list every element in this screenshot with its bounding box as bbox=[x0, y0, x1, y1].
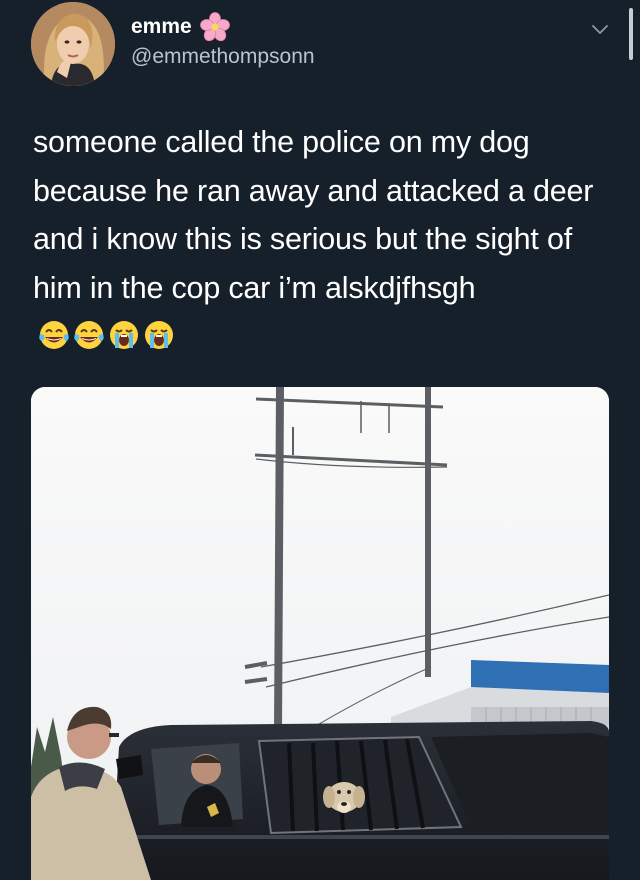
cherry-blossom-icon bbox=[199, 12, 230, 42]
author-handle[interactable]: @emmethompsonn bbox=[131, 45, 315, 69]
tweet-text: someone called the police on my dog beca… bbox=[33, 118, 608, 361]
chevron-down-icon[interactable] bbox=[589, 18, 611, 40]
tears-of-joy-icon bbox=[37, 318, 71, 352]
tweet-text-content: someone called the police on my dog beca… bbox=[33, 125, 594, 305]
scrollbar[interactable] bbox=[629, 8, 633, 60]
tears-of-joy-icon bbox=[72, 318, 106, 352]
avatar[interactable] bbox=[31, 2, 115, 86]
display-name[interactable]: emme bbox=[131, 15, 192, 39]
police-suv bbox=[111, 721, 609, 880]
tweet-photo[interactable] bbox=[31, 387, 609, 880]
loudly-crying-icon bbox=[142, 318, 176, 352]
loudly-crying-icon bbox=[107, 318, 141, 352]
tweet: emme @emmethompsonn someone called the p… bbox=[0, 0, 640, 880]
author-name-row[interactable]: emme bbox=[131, 12, 230, 42]
emoji-row bbox=[37, 318, 176, 352]
